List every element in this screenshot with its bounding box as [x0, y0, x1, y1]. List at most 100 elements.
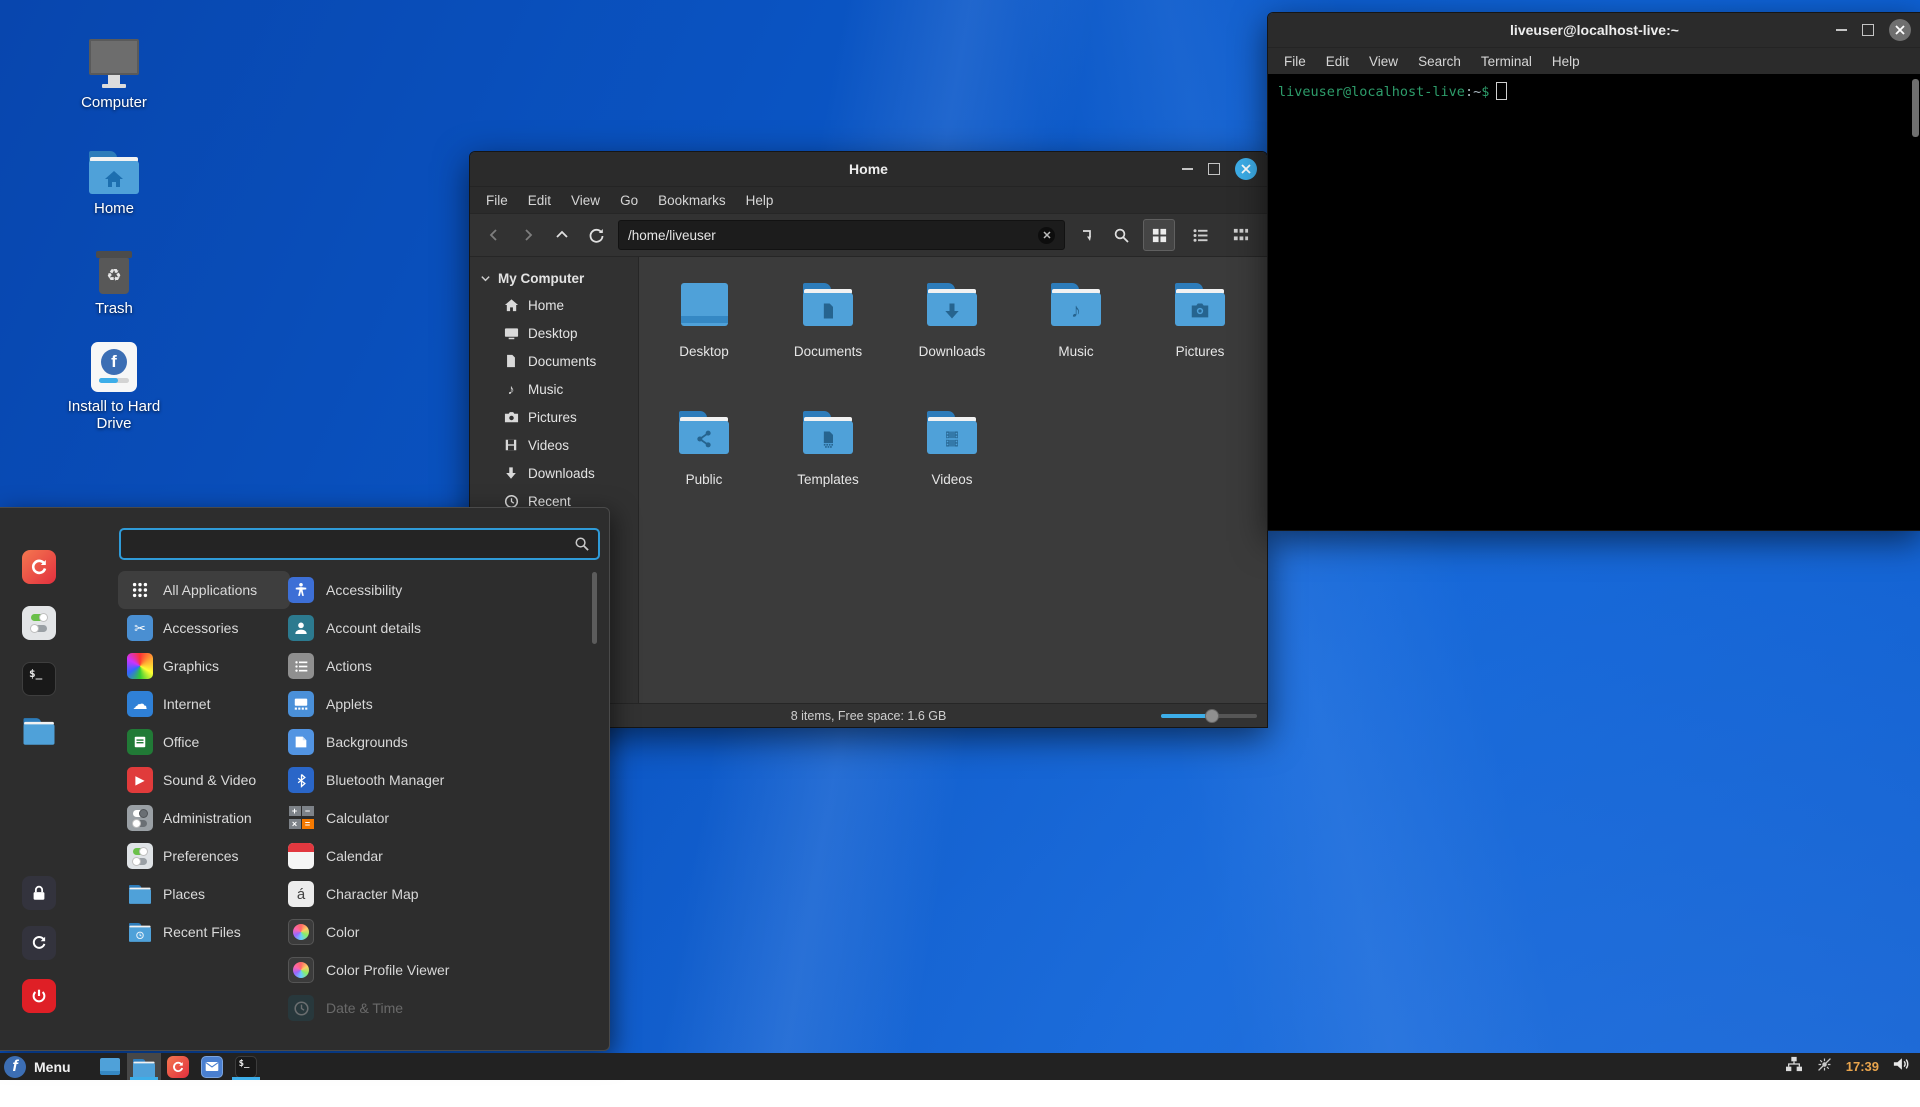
sidebar-item-home[interactable]: Home	[470, 291, 638, 319]
compact-view-button[interactable]	[1225, 220, 1255, 250]
backgrounds-icon	[288, 729, 314, 755]
sidebar-my-computer[interactable]: My Computer	[470, 266, 638, 291]
sidebar-item-documents[interactable]: Documents	[470, 347, 638, 375]
menu-search-box[interactable]	[119, 528, 600, 560]
file-item-templates[interactable]: Templates	[766, 411, 890, 539]
presentation-off-icon[interactable]	[1816, 1056, 1833, 1078]
terminal-icon[interactable]: $_	[22, 662, 56, 696]
desktop-icon	[503, 326, 519, 341]
minimize-button[interactable]	[1836, 29, 1847, 31]
category-recent-files[interactable]: Recent Files	[118, 913, 290, 951]
app-actions[interactable]: Actions	[288, 647, 588, 685]
terminal-task[interactable]: $_	[229, 1053, 263, 1080]
menu-edit[interactable]: Edit	[1316, 51, 1359, 72]
back-icon[interactable]	[482, 223, 506, 247]
category-graphics[interactable]: Graphics	[118, 647, 290, 685]
menu-go[interactable]: Go	[610, 190, 648, 211]
file-item-pictures[interactable]: Pictures	[1138, 283, 1262, 411]
menu-view[interactable]: View	[561, 190, 610, 211]
app-backgrounds[interactable]: Backgrounds	[288, 723, 588, 761]
category-administration[interactable]: Administration	[118, 799, 290, 837]
menu-file[interactable]: File	[476, 190, 518, 211]
file-item-public[interactable]: Public	[642, 411, 766, 539]
menu-edit[interactable]: Edit	[518, 190, 561, 211]
close-button[interactable]	[1235, 158, 1257, 180]
menu-view[interactable]: View	[1359, 51, 1408, 72]
terminal-titlebar[interactable]: liveuser@localhost-live:~	[1268, 13, 1920, 47]
app-date-time[interactable]: Date & Time	[288, 989, 588, 1027]
app-account-details[interactable]: Account details	[288, 609, 588, 647]
mail-launcher[interactable]	[195, 1053, 229, 1080]
firefox-icon[interactable]	[22, 550, 56, 584]
forward-icon[interactable]	[516, 223, 540, 247]
terminal-output[interactable]: liveuser@localhost-live:~$	[1268, 74, 1920, 530]
category-internet[interactable]: ☁ Internet	[118, 685, 290, 723]
menu-help[interactable]: Help	[1542, 51, 1590, 72]
category-sound-video[interactable]: ▶ Sound & Video	[118, 761, 290, 799]
desktop-icon-home[interactable]: Home	[50, 138, 178, 217]
menu-file[interactable]: File	[1274, 51, 1316, 72]
jump-to-icon[interactable]	[1075, 223, 1099, 247]
settings-icon[interactable]	[22, 606, 56, 640]
search-input[interactable]	[129, 535, 574, 553]
category-places[interactable]: Places	[118, 875, 290, 913]
app-bluetooth-manager[interactable]: Bluetooth Manager	[288, 761, 588, 799]
sidebar-item-videos[interactable]: Videos	[470, 431, 638, 459]
file-item-videos[interactable]: Videos	[890, 411, 1014, 539]
file-manager-task[interactable]	[127, 1053, 161, 1080]
desktop-icon-install[interactable]: f Install to Hard Drive	[50, 336, 178, 432]
app-character-map[interactable]: á Character Map	[288, 875, 588, 913]
app-applets[interactable]: Applets	[288, 685, 588, 723]
category-preferences[interactable]: Preferences	[118, 837, 290, 875]
menu-terminal[interactable]: Terminal	[1471, 51, 1542, 72]
document-icon	[503, 354, 519, 368]
account-details-icon	[288, 615, 314, 641]
file-item-downloads[interactable]: Downloads	[890, 283, 1014, 411]
terminal-scrollbar[interactable]	[1912, 79, 1919, 137]
up-icon[interactable]	[550, 223, 574, 247]
file-item-music[interactable]: ♪ Music	[1014, 283, 1138, 411]
category-accessories[interactable]: ✂ Accessories	[118, 609, 290, 647]
power-icon[interactable]	[22, 979, 56, 1013]
network-icon[interactable]	[1785, 1056, 1803, 1077]
lock-icon[interactable]	[22, 876, 56, 910]
menu-bookmarks[interactable]: Bookmarks	[648, 190, 736, 211]
sidebar-item-pictures[interactable]: Pictures	[470, 403, 638, 431]
file-item-documents[interactable]: Documents	[766, 283, 890, 411]
maximize-button[interactable]	[1862, 24, 1874, 36]
app-calendar[interactable]: Calendar	[288, 837, 588, 875]
file-manager-icon[interactable]	[22, 716, 56, 750]
desktop-icon-trash[interactable]: ♻ Trash	[50, 238, 178, 317]
zoom-slider[interactable]	[1161, 709, 1257, 723]
show-desktop-button[interactable]	[93, 1053, 127, 1080]
app-accessibility[interactable]: Accessibility	[288, 571, 588, 609]
volume-icon[interactable]	[1892, 1056, 1910, 1077]
category-all-applications[interactable]: All Applications	[118, 571, 290, 609]
minimize-button[interactable]	[1182, 168, 1193, 170]
file-item-desktop[interactable]: Desktop	[642, 283, 766, 411]
search-icon[interactable]	[1109, 223, 1133, 247]
menu-scrollbar[interactable]	[592, 572, 597, 644]
desktop-icon-computer[interactable]: Computer	[50, 32, 178, 111]
menu-help[interactable]: Help	[736, 190, 784, 211]
file-manager-titlebar[interactable]: Home	[470, 152, 1267, 186]
icon-view-button[interactable]	[1143, 219, 1175, 251]
firefox-launcher[interactable]	[161, 1053, 195, 1080]
sidebar-item-downloads[interactable]: Downloads	[470, 459, 638, 487]
path-input[interactable]: /home/liveuser	[618, 220, 1065, 250]
logout-icon[interactable]	[22, 926, 56, 960]
menu-search[interactable]: Search	[1408, 51, 1471, 72]
app-calculator[interactable]: + − × = Calculator	[288, 799, 588, 837]
clock[interactable]: 17:39	[1846, 1059, 1879, 1074]
list-view-button[interactable]	[1185, 220, 1215, 250]
refresh-icon[interactable]	[584, 223, 608, 247]
menu-button[interactable]: f Menu	[0, 1053, 83, 1080]
category-office[interactable]: Office	[118, 723, 290, 761]
maximize-button[interactable]	[1208, 163, 1220, 175]
app-color-profile-viewer[interactable]: Color Profile Viewer	[288, 951, 588, 989]
close-button[interactable]	[1889, 19, 1911, 41]
app-color[interactable]: Color	[288, 913, 588, 951]
clear-path-icon[interactable]	[1038, 227, 1055, 244]
sidebar-item-music[interactable]: ♪ Music	[470, 375, 638, 403]
sidebar-item-desktop[interactable]: Desktop	[470, 319, 638, 347]
